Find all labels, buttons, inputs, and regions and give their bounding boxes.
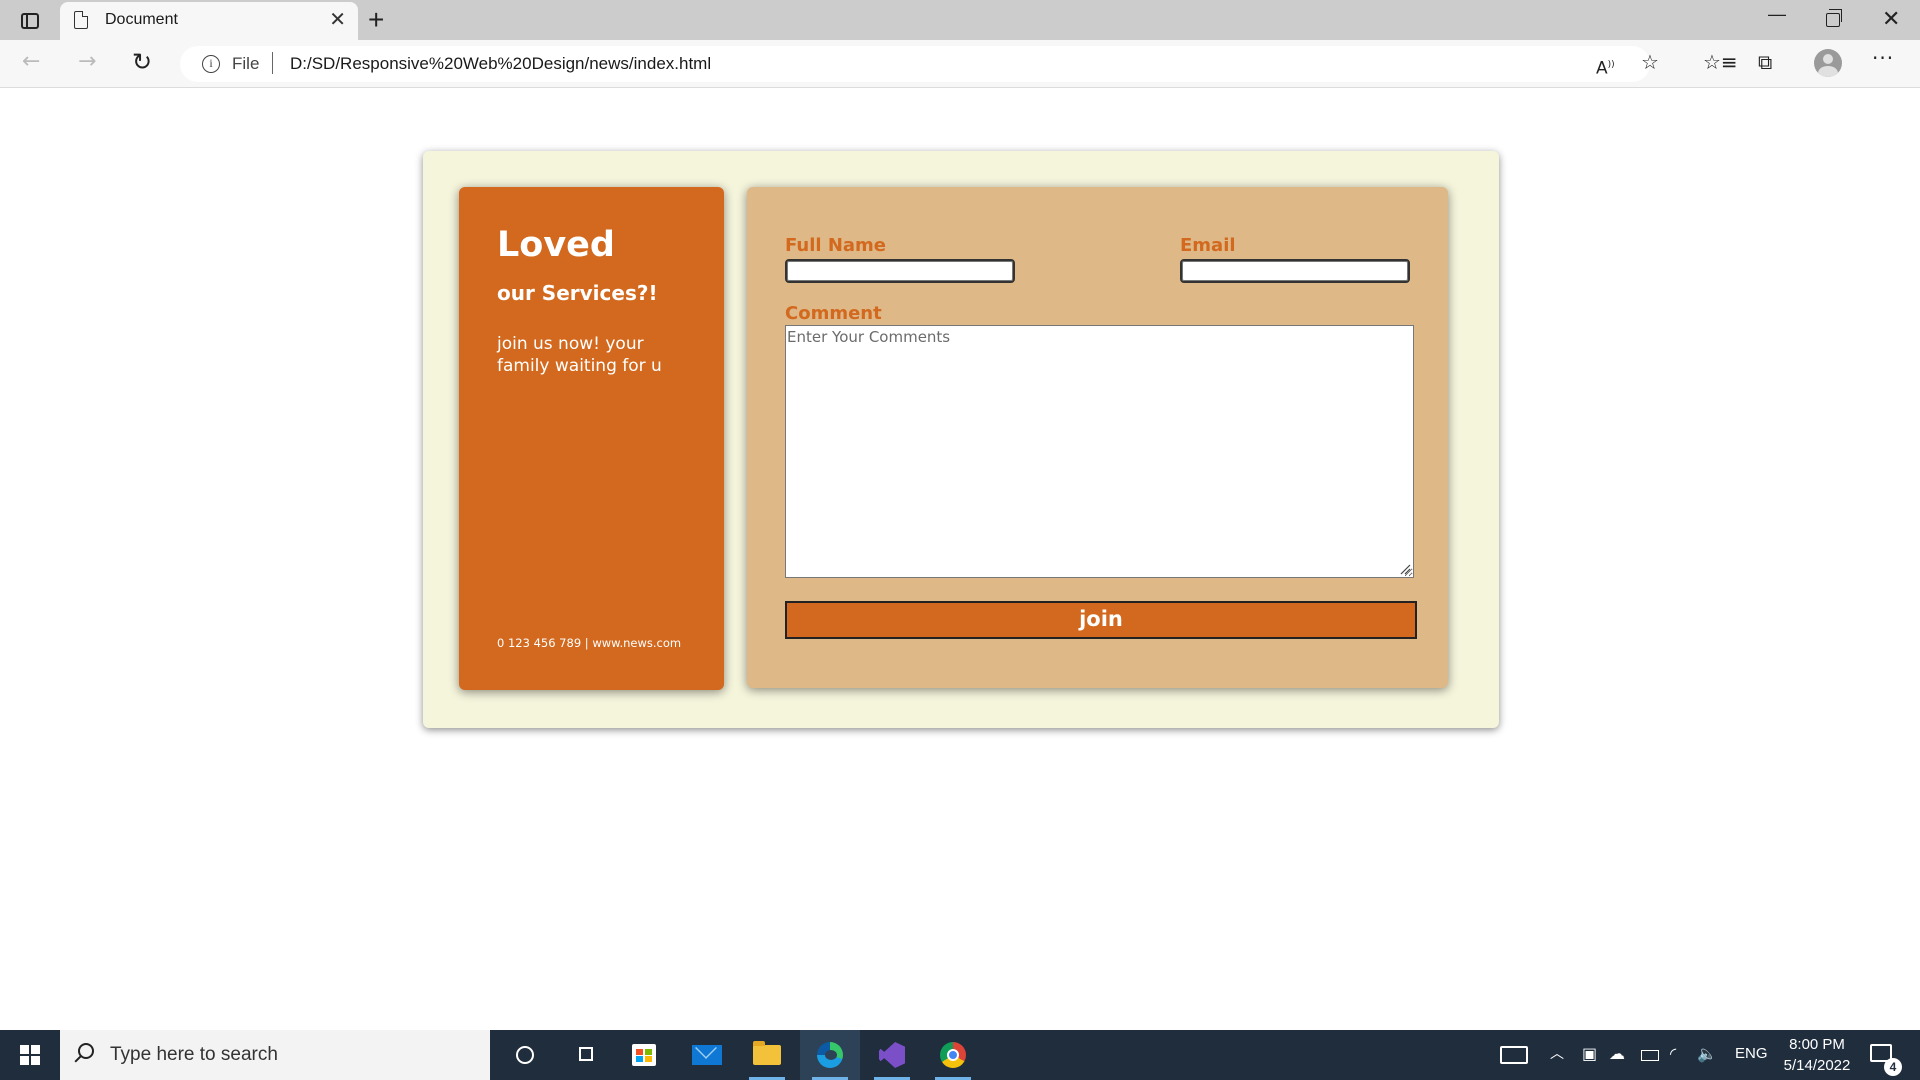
comment-form: Full Name Email Comment join — [747, 187, 1448, 688]
reload-icon[interactable]: ↻ — [132, 50, 152, 74]
task-view-icon[interactable] — [555, 1030, 615, 1080]
visual-studio-icon[interactable] — [862, 1030, 922, 1080]
more-icon[interactable]: ··· — [1872, 46, 1894, 70]
search-placeholder: Type here to search — [110, 1044, 278, 1065]
minimize-icon[interactable]: — — [1768, 4, 1786, 25]
new-tab-icon[interactable]: + — [368, 4, 384, 36]
search-icon — [78, 1043, 94, 1059]
forward-icon[interactable]: → — [78, 50, 96, 74]
tab-title: Document — [105, 11, 178, 28]
battery-icon[interactable] — [1641, 1050, 1659, 1061]
url-divider — [272, 52, 273, 74]
taskbar-search[interactable]: Type here to search — [60, 1030, 490, 1080]
browser-tab-bar: Document ✕ + — ✕ — [0, 0, 1920, 40]
info-icon[interactable]: i — [202, 55, 220, 73]
email-input[interactable] — [1180, 259, 1410, 283]
chrome-icon[interactable] — [923, 1030, 983, 1080]
windows-start-icon[interactable] — [20, 1045, 40, 1065]
read-aloud-icon[interactable]: A)) — [1596, 53, 1615, 81]
email-label: Email — [1180, 235, 1236, 256]
clock-time: 8:00 PM — [1789, 1036, 1845, 1053]
volume-icon[interactable]: 🔈 — [1697, 1044, 1717, 1064]
cortana-icon[interactable] — [494, 1030, 554, 1080]
clock-date: 5/14/2022 — [1783, 1057, 1851, 1074]
tab-actions-icon[interactable] — [14, 9, 46, 33]
microsoft-store-icon[interactable] — [614, 1030, 674, 1080]
collections-icon[interactable]: ⧉ — [1758, 50, 1772, 74]
edge-icon[interactable] — [800, 1030, 860, 1080]
promo-text: join us now! your family waiting for u — [497, 334, 662, 376]
full-name-input[interactable] — [785, 259, 1015, 283]
comment-textarea[interactable] — [785, 325, 1414, 578]
window-close-icon[interactable]: ✕ — [1882, 6, 1900, 32]
promo-panel: Loved our Services?! join us now! your f… — [459, 187, 724, 690]
url-scheme-label: File — [232, 54, 260, 73]
windows-taskbar: Type here to search ︿ ▣ ☁ ◜ 🔈 ENG 8:00 P… — [0, 1030, 1920, 1080]
comment-label: Comment — [785, 303, 882, 324]
tab-document[interactable]: Document ✕ — [60, 2, 358, 40]
promo-subtitle: our Services?! — [497, 281, 658, 305]
notification-count-badge: 4 — [1884, 1058, 1902, 1076]
join-button[interactable]: join — [785, 601, 1417, 639]
touch-keyboard-icon[interactable] — [1500, 1046, 1528, 1064]
input-language[interactable]: ENG — [1735, 1045, 1768, 1062]
back-icon[interactable]: ← — [22, 50, 40, 74]
close-tab-icon[interactable]: ✕ — [329, 10, 346, 30]
url-field[interactable]: i File D:/SD/Responsive%20Web%20Design/n… — [180, 46, 1650, 82]
full-name-label: Full Name — [785, 235, 886, 256]
promo-footer: 0 123 456 789 | www.news.com — [497, 636, 682, 650]
profile-avatar[interactable] — [1814, 49, 1842, 77]
mail-icon[interactable] — [676, 1030, 736, 1080]
meet-now-icon[interactable]: ▣ — [1582, 1044, 1597, 1064]
page-icon — [74, 11, 88, 29]
url-text[interactable]: D:/SD/Responsive%20Web%20Design/news/ind… — [290, 54, 711, 74]
clock[interactable]: 8:00 PM 5/14/2022 — [1782, 1034, 1852, 1076]
file-explorer-icon[interactable] — [737, 1030, 797, 1080]
add-favorite-icon[interactable]: ☆ — [1641, 50, 1659, 74]
restore-icon[interactable] — [1826, 9, 1842, 27]
promo-title: Loved — [497, 225, 615, 265]
show-hidden-icons-icon[interactable]: ︿ — [1550, 1044, 1564, 1064]
address-bar-row: ← → ↻ i File D:/SD/Responsive%20Web%20De… — [0, 40, 1920, 88]
favorites-icon[interactable]: ☆≡ — [1703, 50, 1738, 74]
wifi-icon[interactable]: ◜ — [1670, 1044, 1676, 1064]
resize-grip-icon[interactable] — [1399, 563, 1411, 575]
onedrive-icon[interactable]: ☁ — [1609, 1044, 1625, 1064]
